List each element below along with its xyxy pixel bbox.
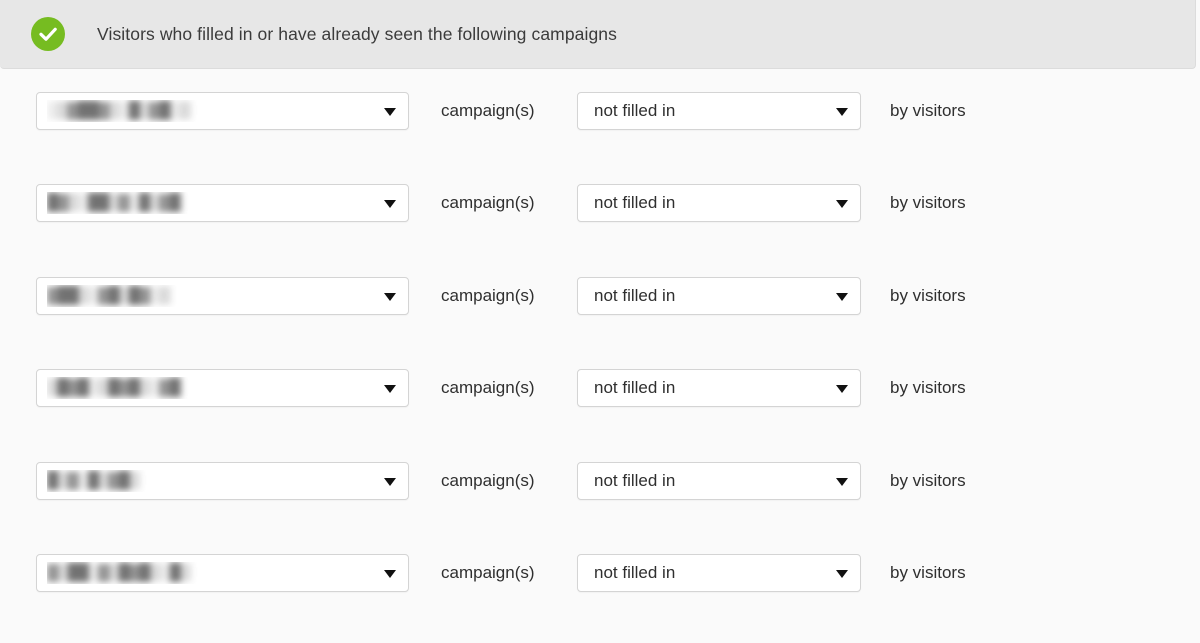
fill-status-select-3[interactable]: not filled in xyxy=(577,277,861,315)
campaign-select-1[interactable]: ░▒▓██▓▒░█▒▓█░▒ xyxy=(36,92,409,130)
fill-status-value: not filled in xyxy=(594,378,675,398)
chevron-down-icon xyxy=(384,108,396,116)
status-banner: Visitors who filled in or have already s… xyxy=(0,0,1196,69)
chevron-down-icon xyxy=(836,385,848,393)
campaign-name-redacted: █▒▓░█▒▓█▒ xyxy=(47,470,177,492)
chevron-down-icon xyxy=(836,200,848,208)
chevron-down-icon xyxy=(384,385,396,393)
campaigns-label: campaign(s) xyxy=(441,193,535,213)
by-visitors-label: by visitors xyxy=(890,193,966,213)
check-circle-icon xyxy=(31,17,65,51)
by-visitors-label: by visitors xyxy=(890,563,966,583)
chevron-down-icon xyxy=(836,478,848,486)
fill-status-select-2[interactable]: not filled in xyxy=(577,184,861,222)
campaign-name-redacted: █▓▒░██▒▓░█▒▓█ xyxy=(47,192,237,214)
chevron-down-icon xyxy=(384,200,396,208)
campaign-name-value: █▓▒░██▒▓░█▒▓█ xyxy=(47,192,180,214)
chevron-down-icon xyxy=(836,293,848,301)
campaign-select-4[interactable]: ▒█▓█░▒█▓█▒░▓█ xyxy=(36,369,409,407)
condition-row: ▓██▒░▓█▒█▓░▒ campaign(s) not filled in by v… xyxy=(0,273,1200,319)
campaigns-label: campaign(s) xyxy=(441,378,535,398)
campaign-name-value: ░▒▓██▓▒░█▒▓█░▒ xyxy=(47,100,190,122)
campaign-name-value: ▒█▓█░▒█▓█▒░▓█ xyxy=(47,377,180,399)
fill-status-select-1[interactable]: not filled in xyxy=(577,92,861,130)
campaigns-label: campaign(s) xyxy=(441,101,535,121)
by-visitors-label: by visitors xyxy=(890,471,966,491)
condition-row: █▒▓░█▒▓█▒ campaign(s) not filled in by visi… xyxy=(0,458,1200,504)
campaigns-label: campaign(s) xyxy=(441,563,535,583)
condition-row: ▒█▓█░▒█▓█▒░▓█ campaign(s) not filled in by … xyxy=(0,365,1200,411)
by-visitors-label: by visitors xyxy=(890,378,966,398)
chevron-down-icon xyxy=(384,478,396,486)
fill-status-select-5[interactable]: not filled in xyxy=(577,462,861,500)
condition-row: █▓▒░██▒▓░█▒▓█ campaign(s) not filled in by … xyxy=(0,180,1200,226)
campaign-name-redacted: ░▒▓██▓▒░█▒▓█░▒ xyxy=(47,100,247,122)
chevron-down-icon xyxy=(384,570,396,578)
campaigns-label: campaign(s) xyxy=(441,286,535,306)
condition-row: ░▒▓██▓▒░█▒▓█░▒ campaign(s) not filled in by… xyxy=(0,88,1200,134)
fill-status-select-6[interactable]: not filled in xyxy=(577,554,861,592)
campaign-select-6[interactable]: ▓▒██░▓▒█▓█▒░█▒ xyxy=(36,554,409,592)
campaigns-label: campaign(s) xyxy=(441,471,535,491)
campaign-select-3[interactable]: ▓██▒░▓█▒█▓░▒ xyxy=(36,277,409,315)
campaign-name-redacted: ▓▒██░▓▒█▓█▒░█▒ xyxy=(47,562,262,584)
banner-title: Visitors who filled in or have already s… xyxy=(97,24,617,45)
fill-status-value: not filled in xyxy=(594,471,675,491)
campaign-select-5[interactable]: █▒▓░█▒▓█▒ xyxy=(36,462,409,500)
chevron-down-icon xyxy=(384,293,396,301)
fill-status-value: not filled in xyxy=(594,101,675,121)
condition-row: ▓▒██░▓▒█▓█▒░█▒ campaign(s) not filled in by… xyxy=(0,550,1200,596)
campaign-name-redacted: ▓██▒░▓█▒█▓░▒ xyxy=(47,285,227,307)
chevron-down-icon xyxy=(836,570,848,578)
campaign-name-value: ▓██▒░▓█▒█▓░▒ xyxy=(47,285,170,307)
chevron-down-icon xyxy=(836,108,848,116)
by-visitors-label: by visitors xyxy=(890,101,966,121)
campaign-select-2[interactable]: █▓▒░██▒▓░█▒▓█ xyxy=(36,184,409,222)
campaign-name-redacted: ▒█▓█░▒█▓█▒░▓█ xyxy=(47,377,252,399)
fill-status-value: not filled in xyxy=(594,563,675,583)
campaign-name-value: ▓▒██░▓▒█▓█▒░█▒ xyxy=(47,562,190,584)
by-visitors-label: by visitors xyxy=(890,286,966,306)
campaign-name-value: █▒▓░█▒▓█▒ xyxy=(47,470,139,492)
fill-status-select-4[interactable]: not filled in xyxy=(577,369,861,407)
fill-status-value: not filled in xyxy=(594,193,675,213)
fill-status-value: not filled in xyxy=(594,286,675,306)
